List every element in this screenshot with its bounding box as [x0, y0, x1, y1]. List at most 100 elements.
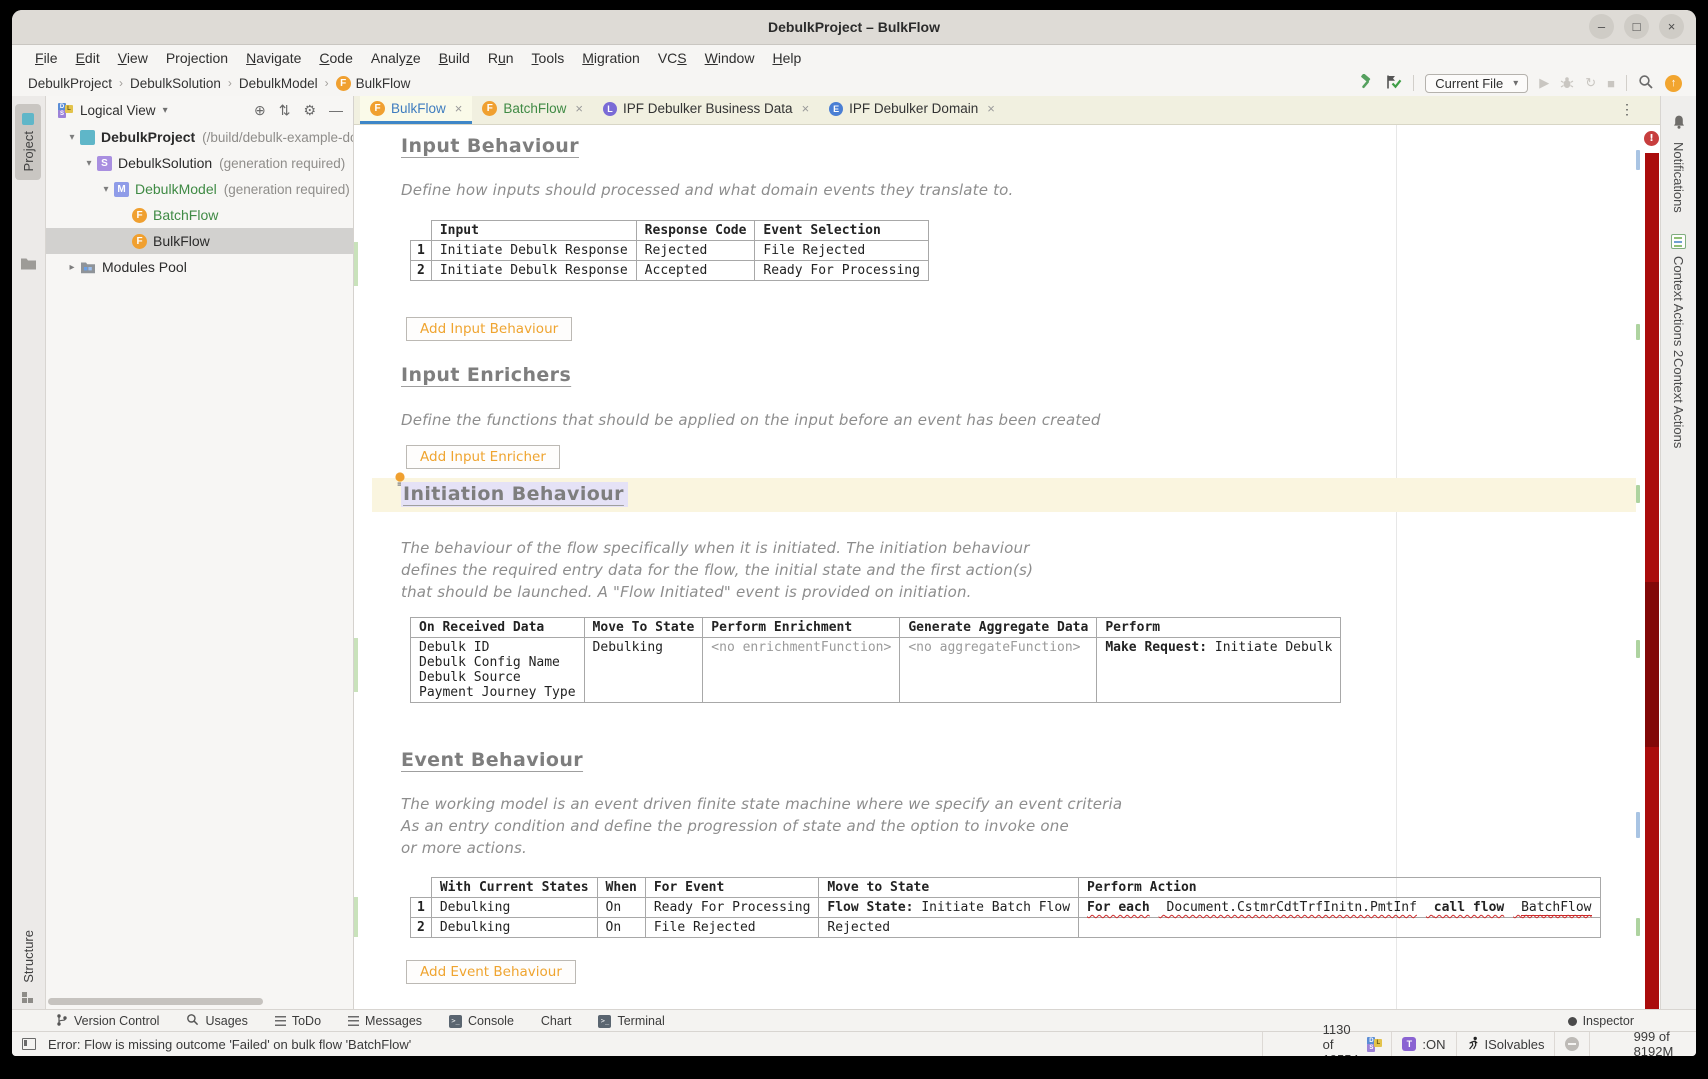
settings-gear-icon[interactable]: ⚙ — [303, 102, 316, 119]
menu-projection[interactable]: Projection — [157, 48, 237, 68]
close-icon[interactable]: × — [987, 101, 995, 116]
menu-window[interactable]: Window — [696, 48, 764, 68]
minimize-button[interactable]: – — [1589, 14, 1614, 39]
tool-console[interactable]: >_ Console — [449, 1014, 514, 1028]
add-event-behaviour-button[interactable]: Add Event Behaviour — [406, 960, 576, 984]
chevron-down-icon[interactable]: ▾ — [64, 132, 80, 143]
current-states-cell[interactable]: Debulking — [431, 898, 597, 918]
tab-business-data[interactable]: L IPF Debulker Business Data × — [593, 96, 819, 124]
tool-window-tab-notifications[interactable]: Notifications — [1661, 114, 1696, 213]
close-icon[interactable]: × — [802, 101, 810, 116]
scrollbar-thumb[interactable] — [1645, 582, 1659, 747]
locate-icon[interactable]: ⊕ — [254, 102, 266, 119]
menu-tools[interactable]: Tools — [523, 48, 574, 68]
solvables-widget[interactable]: ISolvables — [1456, 1032, 1555, 1056]
maximize-button[interactable]: □ — [1624, 14, 1649, 39]
event-selection-cell[interactable]: Ready For Processing — [755, 261, 929, 281]
perform-action-cell[interactable]: For each Document.CstmrCdtTrfInitn.PmtIn… — [1079, 898, 1600, 918]
tool-terminal[interactable]: >_ Terminal — [598, 1014, 664, 1028]
response-code-cell[interactable]: Rejected — [636, 241, 755, 261]
breadcrumb-flow[interactable]: BulkFlow — [356, 76, 411, 91]
current-states-cell[interactable]: Debulking — [431, 918, 597, 938]
event-selection-cell[interactable]: File Rejected — [755, 241, 929, 261]
add-input-enricher-button[interactable]: Add Input Enricher — [406, 445, 560, 469]
close-icon[interactable]: × — [455, 101, 463, 116]
menu-file[interactable]: File — [26, 48, 67, 68]
perform-cell[interactable]: Make Request: Initiate Debulk — [1097, 638, 1341, 703]
debug-icon[interactable] — [1560, 75, 1574, 92]
tab-batchflow[interactable]: F BatchFlow × — [472, 96, 593, 124]
tab-bulkflow[interactable]: F BulkFlow × — [360, 96, 472, 124]
menu-vcs[interactable]: VCS — [649, 48, 696, 68]
position-widget[interactable]: 1130 of 19554 DSL — [1262, 1032, 1391, 1056]
perform-enrichment-cell[interactable]: <no enrichmentFunction> — [703, 638, 900, 703]
status-error-message[interactable]: Error: Flow is missing outcome 'Failed' … — [48, 1037, 411, 1052]
tab-options-kebab-icon[interactable]: ⋮ — [1620, 101, 1634, 118]
view-selector[interactable]: Logical View — [80, 103, 156, 118]
tool-window-tab-structure[interactable]: Structure — [12, 930, 45, 983]
memory-indicator[interactable]: 999 of 8192M — [1589, 1032, 1696, 1056]
menu-navigate[interactable]: Navigate — [237, 48, 310, 68]
error-stripe[interactable]: ! — [1644, 125, 1660, 1009]
update-available-icon[interactable]: ↑ — [1665, 75, 1682, 92]
breadcrumb-project[interactable]: DebulkProject — [28, 76, 112, 91]
menu-build[interactable]: Build — [430, 48, 479, 68]
section-title-input-enrichers[interactable]: Input Enrichers — [401, 364, 571, 386]
tree-item-bulkflow-selected[interactable]: F BulkFlow — [46, 228, 353, 254]
folder-icon[interactable] — [20, 256, 37, 275]
section-title-initiation-behaviour[interactable]: Initiation Behaviour — [401, 483, 628, 505]
search-icon[interactable] — [1638, 74, 1654, 93]
section-title-input-behaviour[interactable]: Input Behaviour — [401, 135, 579, 157]
breadcrumb-solution[interactable]: DebulkSolution — [130, 76, 221, 91]
when-cell[interactable]: On — [597, 898, 645, 918]
close-button[interactable]: × — [1659, 14, 1684, 39]
error-stripe-bar[interactable] — [1645, 153, 1659, 1009]
check-flag-icon[interactable] — [1385, 74, 1402, 93]
close-icon[interactable]: × — [575, 101, 583, 116]
tree-item-batchflow[interactable]: F BatchFlow — [46, 202, 353, 228]
tool-window-tab-context-actions-2[interactable]: Context Actions 2 — [1661, 234, 1696, 357]
chevron-right-icon[interactable]: ▸ — [64, 262, 80, 273]
horizontal-scrollbar[interactable] — [48, 998, 263, 1005]
tool-usages[interactable]: Usages — [186, 1013, 247, 1029]
chevron-down-icon[interactable]: ▾ — [163, 105, 168, 116]
run-icon[interactable]: ▶ — [1539, 75, 1549, 91]
for-event-cell[interactable]: File Rejected — [645, 918, 819, 938]
input-cell[interactable]: Initiate Debulk Response — [431, 241, 636, 261]
tab-domain[interactable]: E IPF Debulker Domain × — [819, 96, 1005, 124]
window-layout-icon[interactable] — [22, 992, 33, 1003]
generate-aggregate-data-cell[interactable]: <no aggregateFunction> — [900, 638, 1097, 703]
tool-version-control[interactable]: Version Control — [56, 1013, 159, 1030]
tree-item-project[interactable]: ▾ DebulkProject (/build/debulk-example-d… — [46, 124, 353, 150]
chevron-down-icon[interactable]: ▾ — [81, 158, 97, 169]
perform-action-cell-empty[interactable] — [1079, 918, 1600, 938]
breadcrumb-model[interactable]: DebulkModel — [239, 76, 318, 91]
tree-item-model[interactable]: ▾ M DebulkModel (generation required) — [46, 176, 353, 202]
menu-help[interactable]: Help — [763, 48, 810, 68]
hide-panel-icon[interactable]: — — [329, 102, 343, 118]
menu-run[interactable]: Run — [479, 48, 523, 68]
menu-edit[interactable]: Edit — [67, 48, 109, 68]
move-to-state-cell[interactable]: Rejected — [819, 918, 1079, 938]
add-input-behaviour-button[interactable]: Add Input Behaviour — [406, 317, 572, 341]
move-to-state-cell[interactable]: Flow State: Initiate Batch Flow — [819, 898, 1079, 918]
tool-inspector[interactable]: Inspector — [1568, 1014, 1634, 1028]
menu-code[interactable]: Code — [310, 48, 361, 68]
chevron-down-icon[interactable]: ▾ — [98, 184, 114, 195]
input-cell[interactable]: Initiate Debulk Response — [431, 261, 636, 281]
error-count-badge[interactable]: ! — [1644, 131, 1659, 146]
tool-window-tab-context-actions[interactable]: Context Actions — [1661, 358, 1696, 448]
tool-messages[interactable]: Messages — [348, 1014, 422, 1028]
dock-panel-icon[interactable] — [22, 1038, 36, 1050]
menu-analyze[interactable]: Analyze — [362, 48, 430, 68]
when-cell[interactable]: On — [597, 918, 645, 938]
run-configuration-select[interactable]: Current File ▾ — [1425, 74, 1528, 93]
tool-window-tab-project[interactable]: Project — [15, 104, 41, 180]
menu-migration[interactable]: Migration — [573, 48, 649, 68]
received-data-cell[interactable]: Debulk ID Debulk Config Name Debulk Sour… — [411, 638, 585, 703]
for-event-cell[interactable]: Ready For Processing — [645, 898, 819, 918]
tree-item-solution[interactable]: ▾ S DebulkSolution (generation required) — [46, 150, 353, 176]
move-to-state-cell[interactable]: Debulking — [584, 638, 703, 703]
rerun-coverage-icon[interactable]: ↻ — [1585, 75, 1596, 91]
tool-todo[interactable]: ToDo — [275, 1014, 321, 1028]
